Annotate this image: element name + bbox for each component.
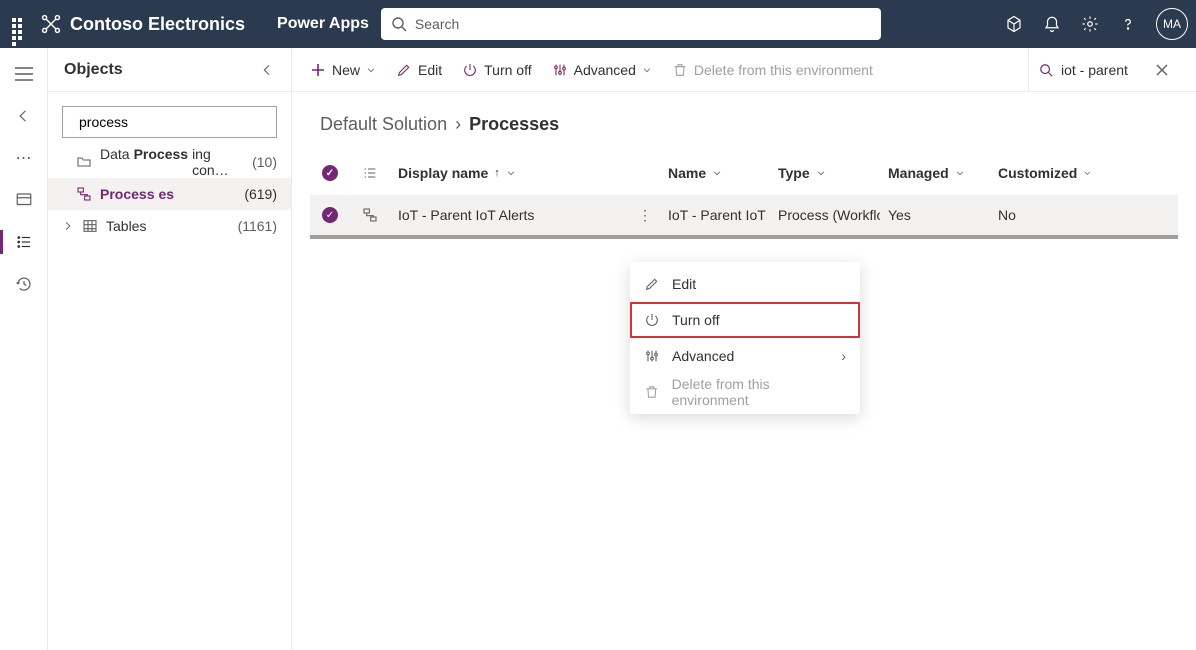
chevron-down-icon (712, 168, 722, 178)
table-icon (82, 218, 98, 234)
row-type-icon (350, 207, 390, 223)
cell-managed: Yes (880, 207, 990, 223)
org-name: Contoso Electronics (70, 14, 245, 35)
power-icon (644, 312, 660, 328)
col-display-name[interactable]: Display name ↑ (390, 165, 630, 181)
search-placeholder: Search (415, 16, 459, 32)
turn-off-button[interactable]: Turn off (462, 62, 531, 78)
cell-name: IoT - Parent IoT … (660, 207, 770, 223)
tree-item-tables[interactable]: Tables (1161) (48, 210, 291, 242)
menu-edit[interactable]: Edit (630, 266, 860, 302)
sidebar-title: Objects (64, 61, 123, 79)
row-select[interactable]: ✓ (310, 207, 350, 223)
chevron-down-icon (816, 168, 826, 178)
search-icon (391, 16, 407, 32)
search-icon (1039, 63, 1053, 77)
global-search[interactable]: Search (381, 8, 881, 40)
chevron-down-icon (506, 168, 516, 178)
app-launcher-icon[interactable] (8, 14, 28, 34)
process-icon (76, 186, 92, 202)
filter-value: iot - parent (1061, 62, 1128, 78)
pencil-icon (644, 276, 660, 292)
chevron-down-icon (366, 65, 376, 75)
advanced-button[interactable]: Advanced (552, 62, 652, 78)
brand: Contoso Electronics (40, 13, 245, 35)
sidebar-header: Objects (48, 48, 291, 92)
breadcrumb: Default Solution › Processes (292, 92, 1196, 151)
cell-display-name[interactable]: IoT - Parent IoT Alerts (390, 207, 630, 223)
user-avatar[interactable]: MA (1156, 8, 1188, 40)
chevron-right-icon: › (455, 114, 461, 135)
settings-icon[interactable] (1080, 14, 1100, 34)
filter-box[interactable]: iot - parent (1028, 48, 1178, 91)
objects-search[interactable] (62, 106, 277, 138)
col-name[interactable]: Name (660, 165, 770, 181)
trash-icon (672, 62, 688, 78)
chevron-down-icon (1083, 168, 1092, 178)
org-logo-icon (40, 13, 62, 35)
sliders-icon (552, 62, 568, 78)
objects-tree: Data Processing con… (10) Processes (619… (48, 146, 291, 242)
command-bar: New Edit Turn off Advanced Delete from t… (292, 48, 1196, 92)
col-ordinal-icon[interactable] (350, 165, 390, 181)
pencil-icon (396, 62, 412, 78)
folder-icon (76, 154, 92, 170)
menu-turn-off[interactable]: Turn off (630, 302, 860, 338)
table-header: ✓ Display name ↑ Name Type (310, 151, 1178, 195)
rail-history-icon[interactable] (14, 274, 34, 294)
app-name: Power Apps (277, 15, 369, 33)
rail-objects-icon[interactable] (14, 232, 34, 252)
environment-icon[interactable] (1004, 14, 1024, 34)
chevron-down-icon (955, 168, 965, 178)
results-table: ✓ Display name ↑ Name Type (292, 151, 1196, 239)
tree-item-data-processing[interactable]: Data Processing con… (10) (48, 146, 291, 178)
new-button[interactable]: New (310, 62, 376, 78)
clear-filter-icon[interactable] (1156, 64, 1168, 76)
global-header: Contoso Electronics Power Apps Search MA (0, 0, 1196, 48)
row-more-button[interactable]: ⋮ (630, 207, 660, 224)
menu-delete: Delete from this environment (630, 374, 860, 410)
cell-type: Process (Workflo… (770, 207, 880, 223)
chevron-down-icon (642, 65, 652, 75)
col-type[interactable]: Type (770, 165, 880, 181)
menu-advanced[interactable]: Advanced › (630, 338, 860, 374)
table-row[interactable]: ✓ IoT - Parent IoT Alerts ⋮ IoT - Parent… (310, 195, 1178, 239)
objects-sidebar: Objects Data Processing con… (10) Proces… (48, 48, 292, 650)
breadcrumb-root[interactable]: Default Solution (320, 114, 447, 135)
cell-customized: No (990, 207, 1100, 223)
col-customized[interactable]: Customized (990, 165, 1100, 181)
header-actions: MA (1004, 8, 1188, 40)
breadcrumb-leaf: Processes (469, 114, 559, 135)
delete-button: Delete from this environment (672, 62, 873, 78)
trash-icon (644, 384, 660, 400)
rail-overview-icon[interactable] (14, 190, 34, 210)
plus-icon (310, 62, 326, 78)
help-icon[interactable] (1118, 14, 1138, 34)
rail-back-icon[interactable] (14, 106, 34, 126)
row-context-menu: Edit Turn off Advanced › Delete from thi… (630, 262, 860, 414)
chevron-right-icon: › (841, 348, 846, 364)
collapse-sidebar-icon[interactable] (259, 62, 275, 78)
objects-search-input[interactable] (77, 113, 262, 131)
edit-button[interactable]: Edit (396, 62, 442, 78)
notifications-icon[interactable] (1042, 14, 1062, 34)
rail-more-icon[interactable]: ⋯ (14, 148, 34, 168)
power-icon (462, 62, 478, 78)
col-managed[interactable]: Managed (880, 165, 990, 181)
rail-menu-icon[interactable] (14, 64, 34, 84)
left-rail: ⋯ (0, 48, 48, 650)
col-select[interactable]: ✓ (310, 165, 350, 181)
tree-item-processes[interactable]: Processes (619) (48, 178, 291, 210)
sliders-icon (644, 348, 660, 364)
chevron-right-icon (62, 220, 74, 232)
